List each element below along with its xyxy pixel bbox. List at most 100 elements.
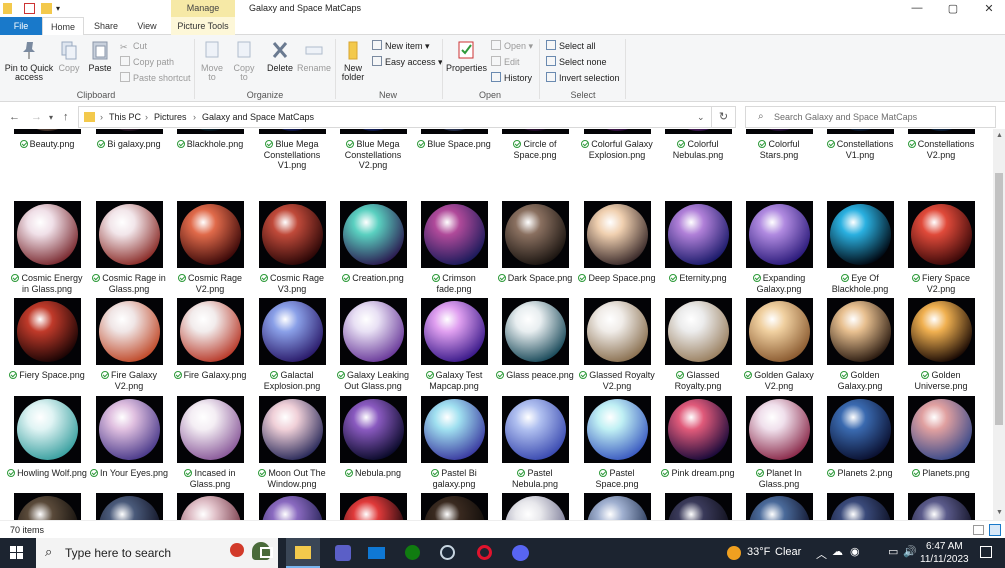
vertical-scrollbar[interactable]: ▲ ▼ [993,129,1005,520]
file-thumbnail[interactable] [502,298,569,365]
mail-icon[interactable] [359,538,393,568]
file-name-label[interactable]: Galactal Explosion.png [252,370,332,391]
onedrive-icon[interactable]: ☁ [832,545,843,558]
volume-icon[interactable]: 🔊 [903,545,917,558]
file-thumbnail[interactable] [259,129,326,134]
file-thumbnail[interactable] [502,396,569,463]
file-thumbnail[interactable] [14,201,81,268]
file-name-label[interactable]: Howling Wolf.png [7,468,87,479]
file-thumbnail[interactable] [746,298,813,365]
maximize-button[interactable]: ▢ [943,2,963,15]
file-thumbnail[interactable] [908,396,975,463]
file-name-label[interactable]: Golden Galaxy V2.png [739,370,819,391]
file-thumbnail[interactable] [746,493,813,520]
tab-home[interactable]: Home [42,17,84,36]
file-thumbnail[interactable] [96,129,163,134]
file-name-label[interactable]: Fiery Space V2.png [901,273,981,294]
file-name-label[interactable]: Blue Space.png [414,139,494,150]
close-button[interactable]: ✕ [979,2,999,15]
select-none-button[interactable]: Select none [546,55,607,69]
file-name-label[interactable]: Fiery Space.png [7,370,87,381]
file-thumbnail[interactable] [340,129,407,134]
file-thumbnail[interactable] [14,493,81,520]
file-name-label[interactable]: Crimson fade.png [414,273,494,294]
discord-icon[interactable] [503,538,537,568]
steam-icon[interactable] [430,538,464,568]
file-name-label[interactable]: Circle of Space.png [495,139,575,160]
file-name-label[interactable]: Glassed Royalty.png [658,370,738,391]
taskbar-search-box[interactable]: ⌕ Type here to search [36,538,278,568]
easy-access-button[interactable]: Easy access ▾ [372,55,443,69]
windows-start-icon[interactable] [10,546,24,560]
details-view-icon[interactable] [973,525,984,535]
file-thumbnail[interactable] [584,201,651,268]
file-thumbnail[interactable] [340,201,407,268]
file-name-label[interactable]: Eye Of Blackhole.png [820,273,900,294]
file-thumbnail[interactable] [908,129,975,134]
teams-icon[interactable] [326,538,360,568]
file-grid[interactable]: Beauty.png Bi galaxy.png Blackhole.png Blue… [0,129,993,520]
pin-to-quick-access-button[interactable]: Pin to Quick access [4,39,54,82]
file-name-label[interactable]: Galaxy Leaking Out Glass.png [333,370,413,391]
file-thumbnail[interactable] [502,201,569,268]
file-explorer-taskbar-icon[interactable] [286,538,320,568]
file-name-label[interactable]: Bi galaxy.png [89,139,169,150]
xbox-icon[interactable] [395,538,429,568]
new-folder-button[interactable]: New folder [338,39,368,82]
file-name-label[interactable]: Constellations V1.png [820,139,900,160]
rename-button[interactable]: Rename [297,39,331,73]
file-name-label[interactable]: Deep Space.png [577,273,657,284]
file-thumbnail[interactable] [259,201,326,268]
address-bar[interactable]: › This PC › Pictures › Galaxy and Space … [78,106,712,128]
file-thumbnail[interactable] [421,396,488,463]
move-to-button[interactable]: Move to [198,39,226,82]
minimize-button[interactable]: — [907,2,927,14]
history-button[interactable]: History [491,71,532,85]
select-all-button[interactable]: Select all [546,39,596,53]
breadcrumb-pictures[interactable]: Pictures [154,112,187,122]
paste-shortcut-button[interactable]: Paste shortcut [120,71,191,85]
task-view-icon[interactable] [250,538,284,568]
file-thumbnail[interactable] [908,493,975,520]
properties-button[interactable]: Properties [446,39,487,73]
file-name-label[interactable]: Constellations V2.png [901,139,981,160]
file-name-label[interactable]: Glassed Royalty V2.png [577,370,657,391]
show-hidden-icons-icon[interactable]: ︿ [816,546,827,562]
file-thumbnail[interactable] [96,298,163,365]
recent-locations-icon[interactable]: ▾ [49,113,53,122]
file-name-label[interactable]: Golden Galaxy.png [820,370,900,391]
file-thumbnail[interactable] [665,396,732,463]
copy-button[interactable]: Copy [56,39,82,73]
file-thumbnail[interactable] [96,201,163,268]
large-icons-view-icon[interactable] [989,524,1001,536]
delete-button[interactable]: Delete [264,39,296,73]
file-name-label[interactable]: In Your Eyes.png [89,468,169,479]
file-thumbnail[interactable] [340,298,407,365]
file-name-label[interactable]: Fire Galaxy.png [170,370,250,381]
file-thumbnail[interactable] [177,201,244,268]
file-name-label[interactable]: Fire Galaxy V2.png [89,370,169,391]
refresh-icon[interactable]: ↻ [712,106,736,128]
file-name-label[interactable]: Cosmic Rage V3.png [252,273,332,294]
file-thumbnail[interactable] [177,298,244,365]
back-icon[interactable]: ← [9,111,20,123]
invert-selection-button[interactable]: Invert selection [546,71,620,85]
clock-time[interactable]: 6:47 AM [926,541,963,552]
file-thumbnail[interactable] [827,298,894,365]
file-name-label[interactable]: Cosmic Rage in Glass.png [89,273,169,294]
file-thumbnail[interactable] [746,396,813,463]
scrollbar-thumb[interactable] [995,173,1003,425]
file-thumbnail[interactable] [502,493,569,520]
tab-share[interactable]: Share [86,17,126,35]
file-name-label[interactable]: Creation.png [333,273,413,284]
copy-path-button[interactable]: Copy path [120,55,174,69]
cut-button[interactable]: ✂ Cut [120,39,147,53]
scroll-up-icon[interactable]: ▲ [996,132,1003,139]
file-name-label[interactable]: Blue Mega Constellations V2.png [333,139,413,171]
file-thumbnail[interactable] [96,396,163,463]
notifications-icon[interactable] [980,546,992,558]
file-thumbnail[interactable] [421,493,488,520]
file-name-label[interactable]: Moon Out The Window.png [252,468,332,489]
file-thumbnail[interactable] [908,298,975,365]
opera-icon[interactable] [467,538,501,568]
